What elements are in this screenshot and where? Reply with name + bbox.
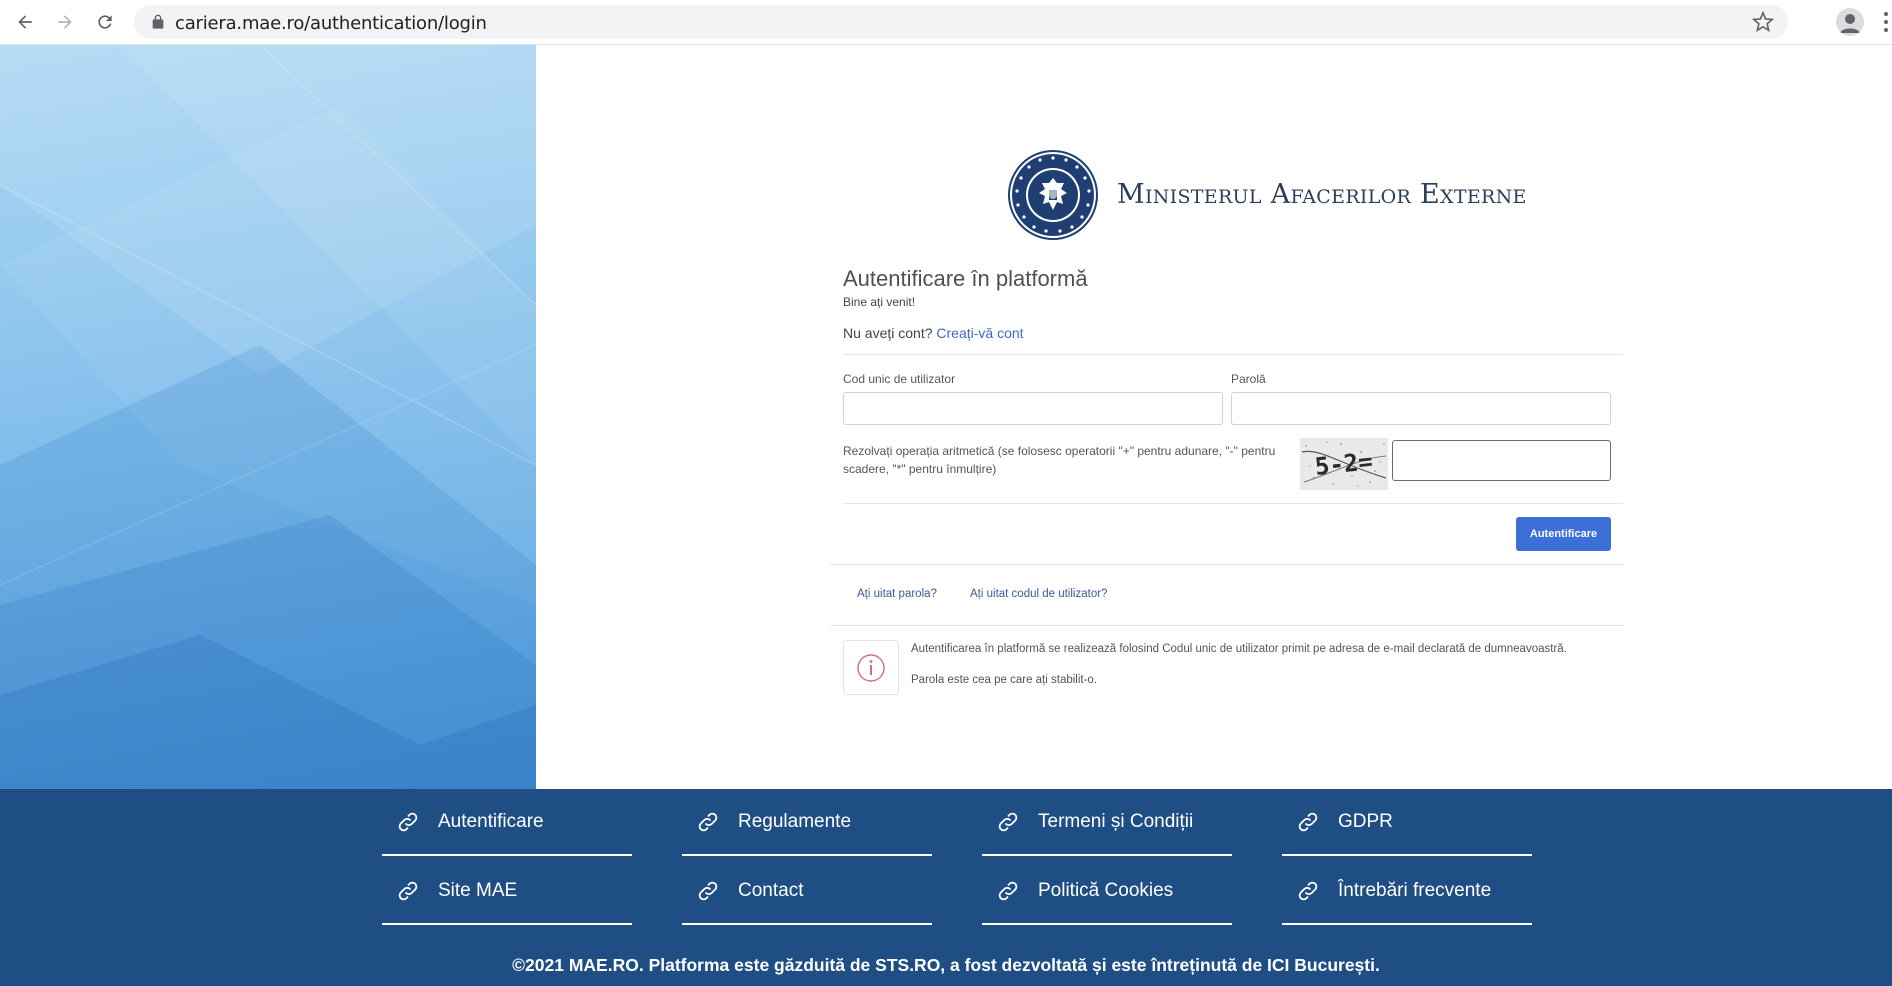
forgot-username-link[interactable]: Ați uitat codul de utilizator? bbox=[970, 588, 1107, 600]
forgot-password-link[interactable]: Ați uitat parola? bbox=[857, 588, 937, 600]
footer-link-autentificare[interactable]: Autentificare bbox=[382, 789, 632, 856]
address-bar[interactable]: cariera.mae.ro/authentication/login bbox=[134, 5, 1788, 39]
info-icon bbox=[857, 653, 885, 682]
kebab-menu-icon[interactable] bbox=[1880, 9, 1892, 35]
reload-button[interactable] bbox=[91, 8, 119, 36]
footer-link-contact[interactable]: Contact bbox=[682, 858, 932, 925]
arrow-left-icon bbox=[18, 15, 32, 29]
captcha-image: 5-2= bbox=[1300, 438, 1388, 490]
decorative-side-panel bbox=[0, 45, 536, 789]
footer-link-gdpr[interactable]: GDPR bbox=[1282, 789, 1532, 856]
footer-link-regulamente[interactable]: Regulamente bbox=[682, 789, 932, 856]
forward-button[interactable] bbox=[51, 8, 79, 36]
captcha-instructions: Rezolvați operația aritmetică (se folose… bbox=[843, 444, 1276, 476]
link-icon bbox=[998, 881, 1018, 900]
lock-icon bbox=[152, 14, 164, 29]
username-input[interactable] bbox=[843, 392, 1223, 425]
username-label: Cod unic de utilizator bbox=[843, 372, 956, 386]
divider bbox=[830, 564, 1625, 565]
url-text: cariera.mae.ro/authentication/login bbox=[175, 13, 487, 34]
footer-link-label: Autentificare bbox=[438, 810, 544, 832]
back-button[interactable] bbox=[11, 8, 39, 36]
login-button[interactable]: Autentificare bbox=[1516, 517, 1611, 551]
footer-link-label: Politică Cookies bbox=[1038, 879, 1174, 901]
arrow-right-icon bbox=[58, 15, 72, 29]
password-input[interactable] bbox=[1231, 392, 1611, 425]
welcome-text: Bine ați venit! bbox=[843, 295, 916, 309]
info-icon-box bbox=[843, 640, 899, 695]
footer-link-termeni[interactable]: Termeni și Condiții bbox=[982, 789, 1232, 856]
create-account-link[interactable]: Creați-vă cont bbox=[936, 325, 1023, 341]
footer-link-site-mae[interactable]: Site MAE bbox=[382, 858, 632, 925]
copyright-text: ©2021 MAE.RO. Platforma este găzduită de… bbox=[512, 955, 1380, 975]
ministry-name: Ministerul Afacerilor Externe bbox=[1117, 179, 1527, 210]
account-icon[interactable] bbox=[1836, 8, 1864, 36]
link-icon bbox=[998, 812, 1018, 831]
footer-link-label: Contact bbox=[738, 879, 804, 901]
reload-icon bbox=[98, 15, 112, 29]
divider bbox=[830, 625, 1625, 626]
footer-link-label: Regulamente bbox=[738, 810, 852, 832]
password-label: Parolă bbox=[1231, 372, 1266, 386]
divider bbox=[843, 354, 1623, 355]
footer-link-label: GDPR bbox=[1338, 810, 1393, 832]
divider bbox=[843, 503, 1623, 504]
footer-link-faq[interactable]: Întrebări frecvente bbox=[1282, 858, 1532, 925]
star-icon[interactable] bbox=[1752, 11, 1774, 33]
info-text-password: Parola este cea pe care ați stabilit-o. bbox=[911, 674, 1098, 686]
no-account-text: Nu aveți cont? bbox=[843, 325, 933, 341]
link-icon bbox=[698, 881, 718, 900]
link-icon bbox=[698, 812, 718, 831]
link-icon bbox=[1298, 881, 1318, 900]
captcha-answer-input[interactable] bbox=[1392, 440, 1611, 481]
no-account-line: Nu aveți cont? Creați-vă cont bbox=[843, 325, 1024, 341]
footer-link-cookies[interactable]: Politică Cookies bbox=[982, 858, 1232, 925]
browser-toolbar: cariera.mae.ro/authentication/login bbox=[0, 0, 1892, 45]
footer-link-label: Site MAE bbox=[438, 879, 518, 901]
link-icon bbox=[398, 881, 418, 900]
government-seal-logo bbox=[1008, 150, 1098, 240]
link-icon bbox=[398, 812, 418, 831]
info-text-username: Autentificarea în platformă se realizeaz… bbox=[911, 643, 1567, 655]
footer-link-label: Termeni și Condiții bbox=[1038, 810, 1194, 832]
footer-link-label: Întrebări frecvente bbox=[1338, 879, 1492, 901]
link-icon bbox=[1298, 812, 1318, 831]
page-title: Autentificare în platformă bbox=[843, 266, 1088, 291]
